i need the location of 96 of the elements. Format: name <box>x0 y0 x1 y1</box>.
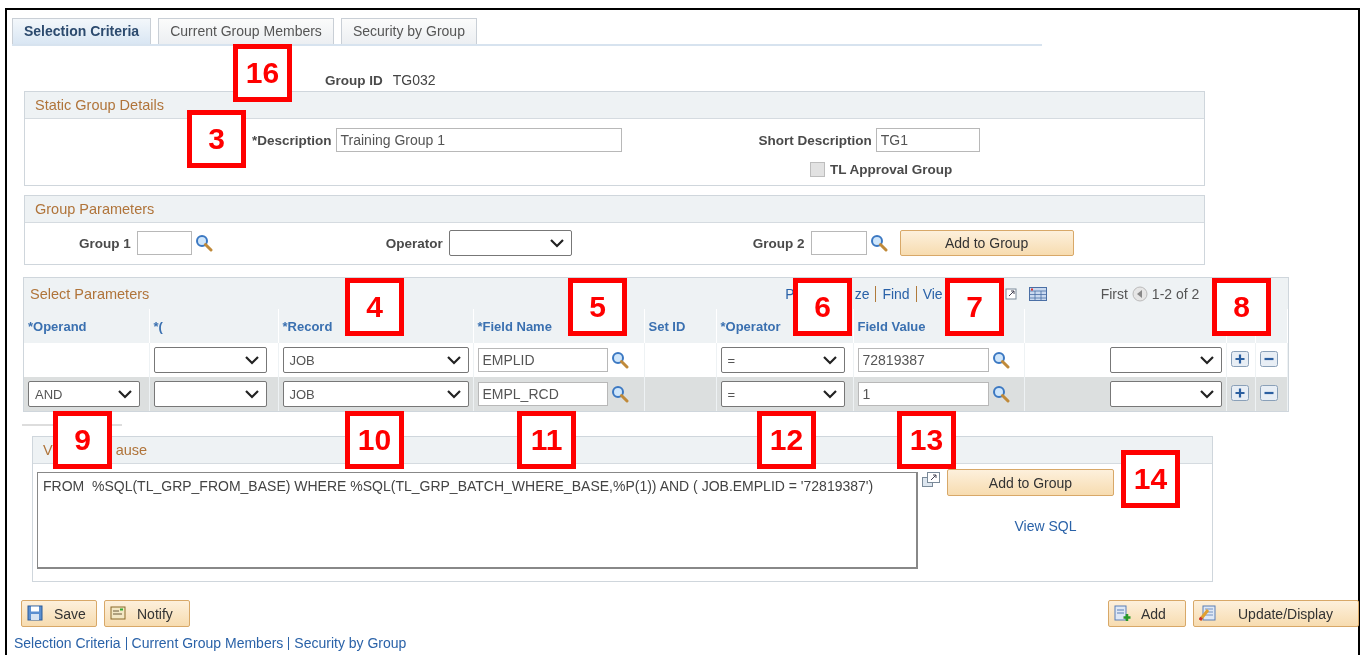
pager-label: First <box>1100 285 1128 302</box>
column-header: *Operator <box>720 318 781 334</box>
add-to-group-button[interactable]: Add to Group <box>899 230 1074 256</box>
chevron-icon <box>821 389 838 399</box>
search-icon[interactable] <box>991 351 1010 369</box>
pencil-icon <box>1199 605 1216 622</box>
column-header: Set ID <box>648 318 686 334</box>
short-description-field[interactable]: TG1 <box>875 128 980 152</box>
group-field[interactable] <box>136 231 192 255</box>
operator-select[interactable]: = <box>720 347 845 373</box>
section-title: Group Parameters <box>35 201 155 217</box>
update-button[interactable]: Update/Display <box>1193 600 1359 627</box>
chevron-icon <box>821 355 838 365</box>
tab[interactable]: Current Group Members <box>158 18 334 44</box>
step-callout: 13 <box>897 411 956 469</box>
document-plus-icon <box>1114 605 1131 622</box>
column-header: *Record <box>282 318 333 334</box>
step-callout: 12 <box>757 411 816 469</box>
search-icon[interactable] <box>194 234 213 252</box>
chevron-icon <box>548 238 565 248</box>
column-header: Field Value <box>857 318 926 334</box>
section-title: V <box>43 442 53 458</box>
field-label: Group ID <box>325 73 383 88</box>
field-label: Group 2 <box>752 235 805 251</box>
field-value: TG032 <box>392 72 436 88</box>
page-link[interactable]: Current Group Members <box>125 637 284 650</box>
step-callout: 3 <box>187 110 246 168</box>
step-callout: 8 <box>1212 278 1271 336</box>
tab[interactable]: Selection Criteria <box>12 18 152 44</box>
add-button[interactable]: Add <box>1108 600 1186 627</box>
delete-row-icon[interactable] <box>1259 350 1278 367</box>
paren-close-select[interactable] <box>1109 347 1222 373</box>
parenthesis-select[interactable] <box>153 347 267 373</box>
toolbar-link[interactable]: Find <box>875 285 910 302</box>
paren-close-select[interactable] <box>1109 381 1222 407</box>
page-link[interactable]: Selection Criteria <box>14 637 121 650</box>
field-value-field[interactable]: 72819387 <box>857 348 989 372</box>
pager-count: 1-2 of 2 <box>1151 285 1200 302</box>
column-header: *Operand <box>28 318 87 334</box>
add-row-icon[interactable] <box>1230 384 1249 401</box>
chevron-icon <box>117 389 133 399</box>
step-callout: 7 <box>945 278 1004 336</box>
step-callout: 9 <box>53 411 112 469</box>
search-icon[interactable] <box>991 385 1010 403</box>
step-callout: 5 <box>568 278 627 336</box>
grid-icon[interactable] <box>1028 286 1047 301</box>
checkbox-label: TL Approval Group <box>830 162 953 177</box>
chevron-icon <box>445 355 462 365</box>
section-title: Static Group Details <box>35 97 164 113</box>
field-label: Group 1 <box>79 235 131 251</box>
step-callout: 4 <box>345 278 404 336</box>
chevron-icon <box>445 389 462 399</box>
delete-row-icon[interactable] <box>1259 384 1278 401</box>
section-title: ause <box>115 442 148 458</box>
description-field[interactable]: Training Group 1 <box>335 128 622 152</box>
tab[interactable]: Security by Group <box>340 18 477 44</box>
search-icon[interactable] <box>610 351 629 369</box>
field-label: *Description <box>252 132 332 148</box>
page-link[interactable]: Security by Group <box>288 637 407 650</box>
column-header: *Field Name <box>477 318 552 334</box>
operand-select[interactable]: AND <box>28 381 140 407</box>
column-header: *( <box>153 318 163 334</box>
step-callout: 16 <box>233 44 292 102</box>
notify-button[interactable]: Notify <box>104 600 190 627</box>
toolbar-link[interactable]: ze <box>854 285 870 302</box>
record-select[interactable]: JOB <box>282 347 469 373</box>
chevron-icon <box>1198 389 1215 399</box>
operator-select[interactable]: = <box>720 381 845 407</box>
toolbar-link[interactable]: Vie <box>915 285 943 302</box>
step-callout: 10 <box>345 411 404 469</box>
chevron-icon <box>1198 355 1215 365</box>
chevron-icon <box>243 355 260 365</box>
field-name-field[interactable]: EMPL_RCD <box>477 382 608 406</box>
view-sql-link[interactable]: View SQL <box>1014 518 1077 534</box>
notepad-icon <box>110 605 127 622</box>
field-label: Short Description <box>758 132 872 148</box>
step-callout: 14 <box>1121 450 1180 508</box>
add-row-icon[interactable] <box>1230 350 1249 367</box>
step-callout: 6 <box>793 278 852 336</box>
search-icon[interactable] <box>869 234 888 252</box>
record-select[interactable]: JOB <box>282 381 469 407</box>
operator-select[interactable] <box>448 230 572 256</box>
section-title: Select Parameters <box>30 285 150 302</box>
field-name-field[interactable]: EMPLID <box>477 348 608 372</box>
search-icon[interactable] <box>610 385 629 403</box>
group-field[interactable] <box>810 231 867 255</box>
parenthesis-select[interactable] <box>153 381 267 407</box>
save-button[interactable]: Save <box>21 600 97 627</box>
step-callout: 11 <box>517 411 576 469</box>
field-value-field[interactable]: 1 <box>857 382 989 406</box>
popout-icon[interactable] <box>1004 287 1017 300</box>
add-to-group-button[interactable]: Add to Group <box>947 469 1114 496</box>
field-label: Operator <box>385 235 443 251</box>
chevron-icon <box>243 389 260 399</box>
previous-icon[interactable] <box>1131 285 1148 302</box>
sql-text-area[interactable]: FROM %SQL(TL_GRP_FROM_BASE) WHERE %SQL(TL_GRP_BATCH_WHERE_BASE,%P(1)) AND ( JOB.EMPLID = '72819387') <box>37 472 918 569</box>
